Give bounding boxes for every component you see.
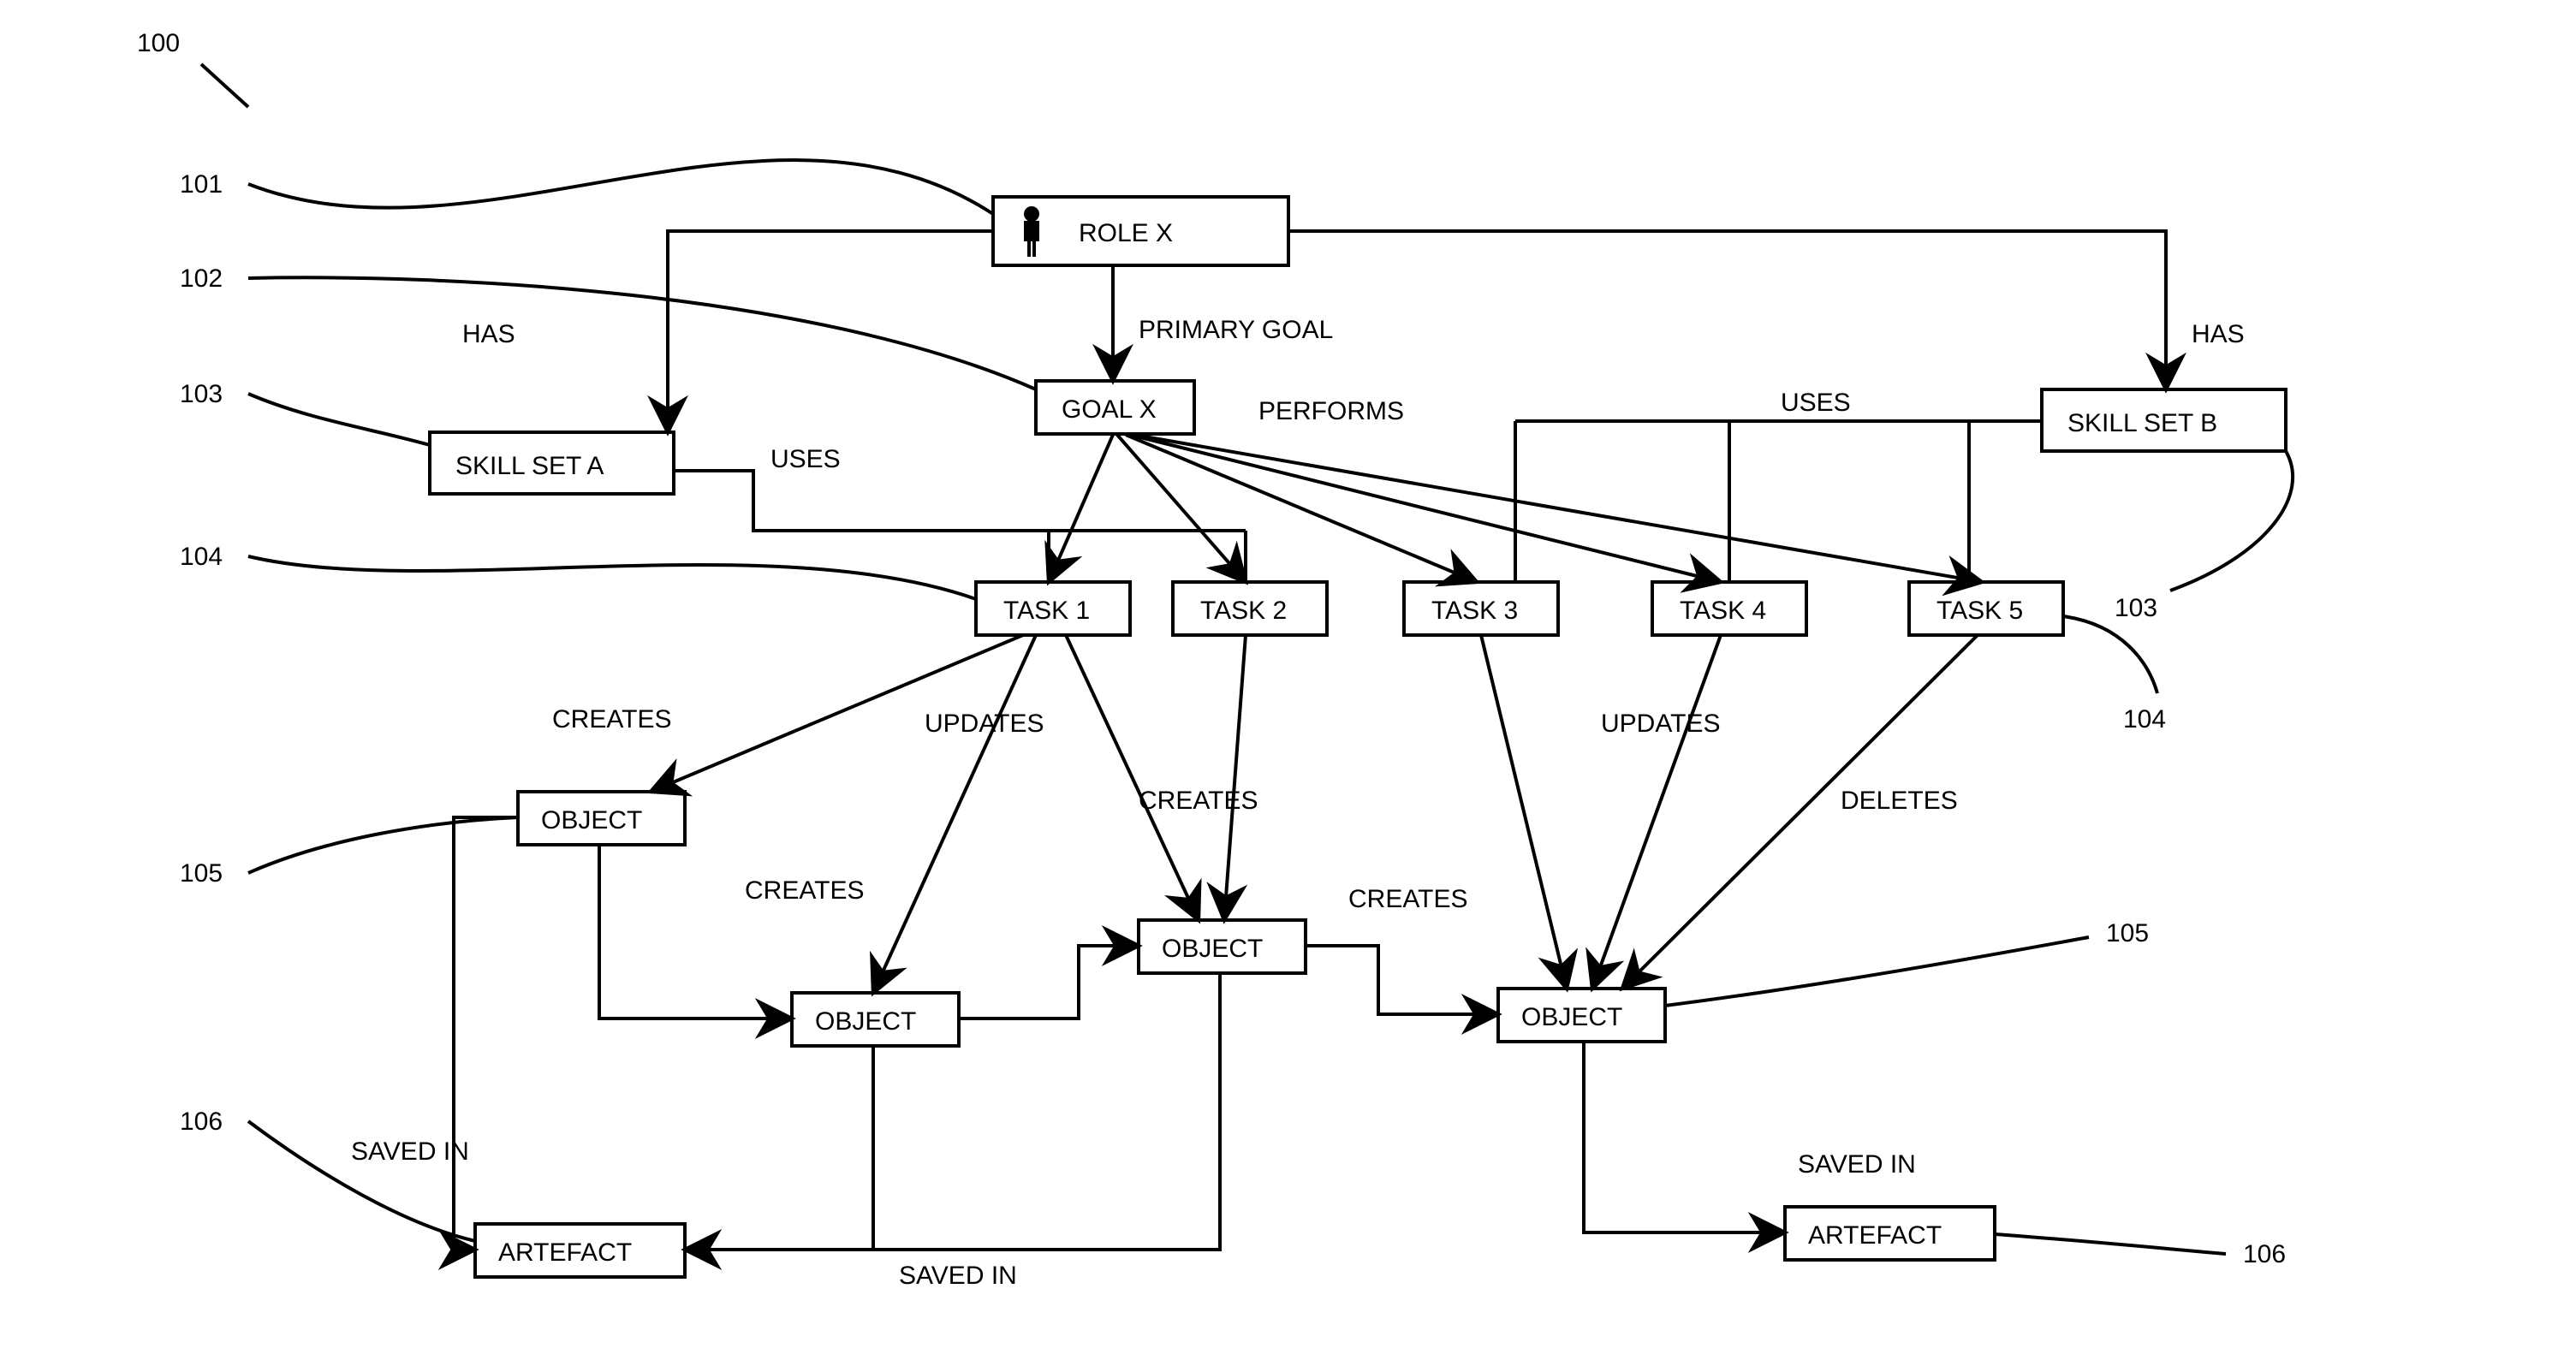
ref-105a: 105 bbox=[180, 859, 223, 888]
task4-label: TASK 4 bbox=[1680, 597, 1766, 625]
edge-label-deletes: DELETES bbox=[1841, 787, 1958, 815]
node-task-4: TASK 4 bbox=[1652, 582, 1806, 635]
edge-label-creates-1: CREATES bbox=[552, 705, 671, 733]
edge-label-creates-4: CREATES bbox=[1348, 885, 1467, 913]
leader-103b bbox=[2170, 451, 2293, 591]
edge-has-b bbox=[1288, 231, 2166, 389]
task3-label: TASK 3 bbox=[1431, 597, 1518, 625]
role-label: ROLE X bbox=[1079, 219, 1173, 247]
node-artefact-2: ARTEFACT bbox=[1785, 1207, 1995, 1260]
art1-label: ARTEFACT bbox=[498, 1238, 632, 1267]
ref-106b: 106 bbox=[2243, 1240, 2286, 1268]
edge-label-has-b: HAS bbox=[2192, 320, 2245, 348]
edge-label-savedin-1: SAVED IN bbox=[351, 1137, 469, 1166]
ref-105b: 105 bbox=[2106, 919, 2149, 947]
edge-label-creates-2: CREATES bbox=[745, 876, 864, 905]
edge-label-savedin-3: SAVED IN bbox=[1798, 1150, 1916, 1179]
node-goal-x: GOAL X bbox=[1036, 381, 1194, 434]
edge-t1-obj3 bbox=[1066, 635, 1199, 920]
obj3-label: OBJECT bbox=[1162, 935, 1263, 963]
edge-label-uses-b: USES bbox=[1781, 389, 1851, 417]
edge-uses-a-bus bbox=[674, 471, 1246, 531]
task1-label: TASK 1 bbox=[1003, 597, 1090, 625]
edge-label-primary-goal: PRIMARY GOAL bbox=[1139, 316, 1333, 344]
edge-obj3-obj4 bbox=[1306, 946, 1498, 1014]
leader-105b bbox=[1665, 937, 2089, 1006]
ref-103a: 103 bbox=[180, 380, 223, 408]
edge-has-a bbox=[668, 231, 993, 432]
edge-obj2-art1 bbox=[685, 1046, 873, 1250]
skill-b-label: SKILL SET B bbox=[2067, 409, 2217, 437]
ref-104a: 104 bbox=[180, 543, 223, 571]
node-skill-set-b: SKILL SET B bbox=[2042, 389, 2286, 451]
edge-t4-obj4 bbox=[1592, 635, 1721, 989]
node-skill-set-a: SKILL SET A bbox=[430, 432, 674, 494]
leader-104a bbox=[248, 556, 976, 599]
edge-label-performs: PERFORMS bbox=[1258, 397, 1404, 425]
ref-100: 100 bbox=[137, 29, 180, 57]
leader-102 bbox=[248, 277, 1036, 389]
node-task-3: TASK 3 bbox=[1404, 582, 1558, 635]
art2-label: ARTEFACT bbox=[1808, 1221, 1942, 1250]
edge-label-creates-3: CREATES bbox=[1139, 787, 1258, 815]
node-artefact-1: ARTEFACT bbox=[475, 1224, 685, 1277]
ref-102: 102 bbox=[180, 264, 223, 293]
edge-obj2-obj3 bbox=[959, 946, 1139, 1019]
leader-101 bbox=[248, 160, 993, 214]
edge-obj1-art1 bbox=[454, 817, 518, 1250]
node-object-1: OBJECT bbox=[518, 792, 685, 845]
leader-104b bbox=[2063, 616, 2157, 693]
edge-label-updates-2: UPDATES bbox=[1601, 710, 1720, 738]
edge-label-updates-1: UPDATES bbox=[925, 710, 1044, 738]
diagram-canvas: ROLE X GOAL X SKILL SET A SKILL SET B TA… bbox=[0, 0, 2576, 1360]
goal-label: GOAL X bbox=[1062, 395, 1157, 424]
edge-obj1-obj2 bbox=[599, 845, 792, 1019]
edge-goal-task5 bbox=[1134, 435, 1982, 582]
ref-103b: 103 bbox=[2115, 594, 2157, 622]
leader-103a bbox=[248, 394, 430, 445]
obj4-label: OBJECT bbox=[1521, 1003, 1622, 1031]
task2-label: TASK 2 bbox=[1200, 597, 1287, 625]
node-object-4: OBJECT bbox=[1498, 989, 1665, 1042]
ref-101: 101 bbox=[180, 170, 223, 199]
node-object-2: OBJECT bbox=[792, 993, 959, 1046]
edge-label-savedin-2: SAVED IN bbox=[899, 1262, 1017, 1290]
node-task-5: TASK 5 bbox=[1909, 582, 2063, 635]
node-role-x: ROLE X bbox=[993, 197, 1288, 265]
edge-t3-obj4 bbox=[1481, 635, 1567, 989]
edge-label-has-a: HAS bbox=[462, 320, 515, 348]
task5-label: TASK 5 bbox=[1936, 597, 2023, 625]
edge-obj4-art2 bbox=[1584, 1042, 1785, 1232]
ref-104b: 104 bbox=[2123, 705, 2166, 733]
edge-goal-task1 bbox=[1049, 435, 1113, 582]
edge-label-uses-a: USES bbox=[770, 445, 841, 473]
leader-100 bbox=[201, 64, 248, 107]
node-task-2: TASK 2 bbox=[1173, 582, 1327, 635]
node-object-3: OBJECT bbox=[1139, 920, 1306, 973]
obj2-label: OBJECT bbox=[815, 1007, 916, 1036]
obj1-label: OBJECT bbox=[541, 806, 642, 834]
leader-105a bbox=[248, 817, 518, 873]
ref-106a: 106 bbox=[180, 1108, 223, 1136]
leader-106b bbox=[1995, 1234, 2226, 1254]
skill-a-label: SKILL SET A bbox=[455, 452, 604, 480]
node-task-1: TASK 1 bbox=[976, 582, 1130, 635]
edge-t2-obj3 bbox=[1224, 635, 1246, 920]
